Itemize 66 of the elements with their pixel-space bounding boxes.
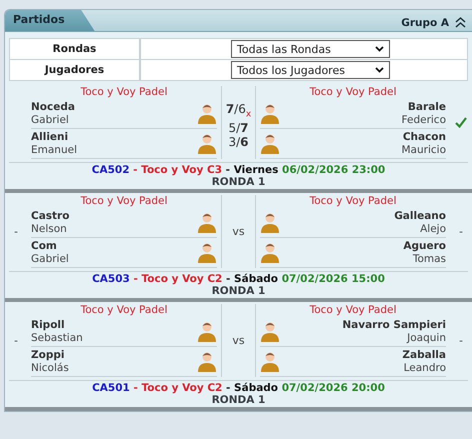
- player-last-name: Galleano: [394, 210, 446, 222]
- person-icon: [260, 132, 280, 154]
- person-icon: [197, 350, 217, 372]
- person-icon: [260, 102, 280, 124]
- filter-label: Jugadores: [10, 60, 141, 80]
- player-last-name: Ripoll: [31, 319, 65, 332]
- player-last-name: Zoppi: [31, 349, 64, 362]
- collapse-button[interactable]: [455, 17, 466, 28]
- club-name: Toco y Voy Padel: [80, 86, 168, 99]
- player-first-name: Nelson: [31, 222, 67, 235]
- panel-tab[interactable]: Partidos: [5, 10, 95, 31]
- player-last-name: Aguero: [403, 240, 446, 252]
- person-icon: [260, 320, 280, 342]
- club-name: Toco y Voy Padel: [80, 304, 168, 317]
- player-last-name: Allieni: [31, 131, 68, 144]
- round-label: RONDA 1: [210, 176, 266, 188]
- club-name: Toco y Voy Padel: [308, 86, 398, 99]
- result-dash: -: [459, 334, 463, 346]
- person-icon: [197, 102, 217, 124]
- person-icon: [197, 132, 217, 154]
- player-first-name: Sebastian: [31, 332, 83, 344]
- set-score: 5/7: [228, 121, 249, 136]
- player-last-name: Barale: [408, 101, 446, 114]
- player-last-name: Chacon: [402, 131, 446, 144]
- player-last-name: Zaballa: [402, 349, 446, 362]
- person-icon: [260, 212, 280, 234]
- result-dash: -: [14, 226, 18, 238]
- player-first-name: Emanuel: [31, 144, 77, 156]
- result-dash: -: [459, 226, 463, 238]
- player-first-name: Joaquin: [407, 332, 446, 344]
- versus-label: vs: [232, 224, 245, 238]
- person-icon: [197, 212, 217, 234]
- set-score: 3/6: [228, 135, 249, 150]
- player-first-name: Leandro: [404, 362, 446, 374]
- filter-select[interactable]: Todos los Jugadores: [231, 61, 390, 79]
- player-first-name: Tomas: [412, 252, 446, 265]
- set-score: 7/6$_{x}$: [226, 102, 252, 122]
- player-first-name: Nicolás: [31, 362, 69, 374]
- filter-label: Rondas: [10, 39, 141, 59]
- player-first-name: Mauricio: [402, 144, 446, 156]
- player-first-name: Gabriel: [31, 114, 69, 126]
- match-info: CA503 - Toco y Voy C2 - Sábado 07/02/2026 15:00: [91, 273, 386, 285]
- club-name: Toco y Voy Padel: [308, 195, 398, 208]
- versus-label: vs: [232, 334, 245, 348]
- player-last-name: Noceda: [31, 101, 75, 114]
- club-name: Toco y Voy Padel: [308, 304, 398, 317]
- person-icon: [260, 350, 280, 372]
- round-label: RONDA 1: [210, 394, 266, 406]
- chevron-down-icon: [375, 46, 384, 52]
- player-last-name: Castro: [31, 210, 70, 222]
- person-icon: [197, 320, 217, 342]
- player-last-name: Com: [31, 240, 57, 252]
- player-first-name: Alejo: [420, 222, 446, 235]
- player-first-name: Federico: [402, 114, 446, 126]
- match-info: CA501 - Toco y Voy C2 - Sábado 07/02/2026 20:00: [91, 382, 386, 394]
- person-icon: [197, 242, 217, 264]
- club-name: Toco y Voy Padel: [80, 195, 168, 208]
- player-last-name: Navarro Sampieri: [342, 319, 446, 332]
- group-title: Grupo A: [401, 16, 449, 28]
- player-first-name: Gabriel: [31, 252, 69, 265]
- chevron-down-icon: [375, 67, 384, 73]
- result-dash: -: [14, 334, 18, 346]
- filter-select[interactable]: Todas las Rondas: [231, 40, 390, 58]
- match-info: CA502 - Toco y Voy C3 - Viernes 06/02/2026 23:00: [90, 164, 386, 176]
- person-icon: [260, 242, 280, 264]
- round-label: RONDA 1: [210, 285, 266, 297]
